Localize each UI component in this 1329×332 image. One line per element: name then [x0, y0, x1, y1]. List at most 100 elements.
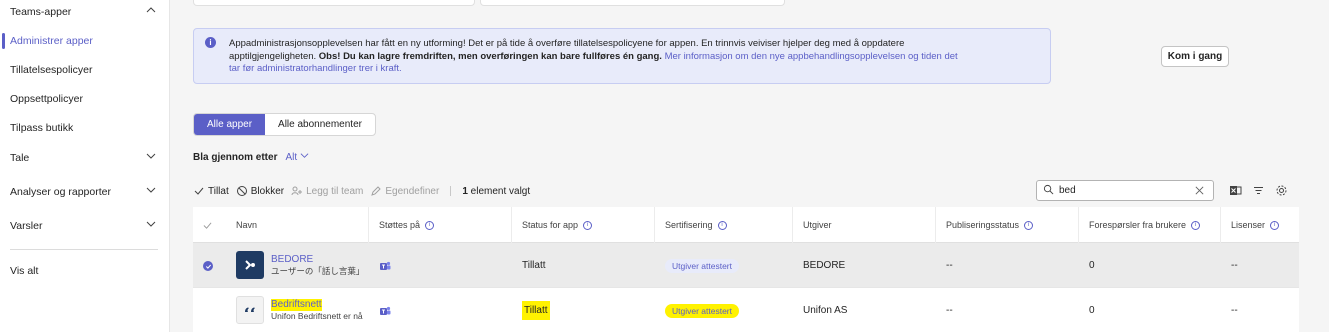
supported-on-cell: [369, 243, 391, 288]
sidebar-item-label: Varsler: [10, 220, 43, 232]
chevron-down-icon: [146, 219, 156, 229]
column-header-publisher[interactable]: Utgiver: [793, 207, 936, 243]
sidebar-item-label: Oppsettpolicyer: [10, 93, 83, 105]
sidebar-item-notifications[interactable]: Varsler: [0, 214, 170, 238]
info-icon[interactable]: i: [1270, 220, 1280, 230]
supported-on-cell: [369, 288, 391, 332]
table-actions: [1229, 184, 1288, 197]
select-all-checkbox[interactable]: [193, 207, 226, 243]
tab-all-apps[interactable]: Alle apper: [194, 114, 266, 135]
app-status-cell: Tillatt: [522, 260, 546, 271]
bedriftsnett-app-icon: [236, 296, 264, 324]
add-team-button[interactable]: Legg til team: [291, 185, 363, 197]
column-header-publishing-status[interactable]: Publiseringsstatus i: [936, 207, 1079, 243]
edit-icon: [370, 185, 382, 197]
user-requests-cell: 0: [1089, 260, 1095, 271]
sidebar-item-teams-apps[interactable]: Teams-apper: [0, 0, 170, 24]
search-box: [1036, 180, 1214, 201]
column-header-licenses[interactable]: Lisenser i: [1221, 207, 1299, 243]
teams-admin-center: Teams-apper Administrer apper Tillatelse…: [0, 0, 1329, 332]
browse-dropdown[interactable]: Alt: [285, 151, 309, 163]
column-header-supported-on[interactable]: Støttes på i: [369, 207, 512, 243]
sidebar-item-manage-apps[interactable]: Administrer apper: [0, 29, 170, 53]
info-icon[interactable]: i: [717, 220, 727, 230]
info-banner: i Appadministrasjonsopplevelsen har fått…: [193, 28, 1229, 84]
sidebar-item-show-all[interactable]: Vis alt: [0, 259, 170, 283]
chevron-up-icon: [146, 5, 156, 15]
chevron-down-icon: [146, 151, 156, 161]
app-description: ユーザーの「話し言葉」: [271, 266, 365, 276]
column-header-app-status[interactable]: Status for app i: [512, 207, 655, 243]
info-icon[interactable]: i: [425, 220, 435, 230]
app-name-cell: Bedriftsnett Unifon Bedriftsnett er nå: [261, 288, 383, 332]
browse-filter: Bla gjennom etter Alt: [193, 151, 309, 163]
tab-all-subscriptions[interactable]: Alle abonnementer: [265, 114, 375, 135]
sidebar-item-setup-policies[interactable]: Oppsettpolicyer: [0, 87, 170, 111]
sidebar-divider: [10, 249, 158, 250]
row-selected-checkbox[interactable]: [203, 261, 213, 271]
app-name-link[interactable]: BEDORE: [271, 254, 313, 266]
selection-count: 1 element valgt: [462, 185, 531, 197]
publishing-status-cell: --: [946, 260, 953, 271]
get-started-button[interactable]: Kom i gang: [1161, 46, 1229, 67]
cut-off-card: [480, 0, 785, 6]
publisher-cell: Unifon AS: [803, 305, 848, 316]
info-icon: i: [205, 37, 216, 48]
browse-label: Bla gjennom etter: [193, 151, 278, 163]
gear-icon[interactable]: [1275, 184, 1288, 197]
sidebar-item-customize-store[interactable]: Tilpass butikk: [0, 116, 170, 140]
table-row[interactable]: BEDORE ユーザーの「話し言葉」 Tillatt Utgiver attes…: [193, 243, 1299, 288]
chevron-down-icon: [300, 151, 309, 163]
teams-icon: [380, 261, 391, 270]
column-header-name[interactable]: Navn: [226, 207, 369, 243]
licenses-cell: --: [1231, 260, 1238, 271]
certification-badge: Utgiver attestert: [665, 303, 739, 318]
checkmark-icon: [193, 185, 205, 197]
sidebar-item-label: Tale: [10, 152, 30, 164]
user-requests-cell: 0: [1089, 305, 1095, 316]
column-header-user-requests[interactable]: Forespørsler fra brukere i: [1079, 207, 1221, 243]
sidebar-item-label: Tilpass butikk: [10, 122, 74, 134]
app-status-cell: Tillatt: [512, 288, 550, 332]
column-header-certification[interactable]: Sertifisering i: [655, 207, 793, 243]
licenses-cell: --: [1231, 305, 1238, 316]
search-icon: [1043, 184, 1054, 198]
sidebar-item-analytics[interactable]: Analyser og rapporter: [0, 180, 170, 204]
block-button[interactable]: Blokker: [236, 185, 284, 197]
tab-bar: Alle apper Alle abonnementer: [193, 113, 376, 136]
chevron-down-icon: [146, 185, 156, 195]
close-icon[interactable]: [1194, 185, 1205, 196]
bedore-app-icon: [236, 251, 264, 279]
sidebar-item-label: Administrer apper: [10, 35, 93, 47]
sidebar-item-label: Tillatelsespolicyer: [10, 64, 93, 76]
publishing-status-cell: --: [946, 305, 953, 316]
toolbar-divider: [450, 186, 452, 196]
app-description: Unifon Bedriftsnett er nå: [271, 311, 363, 321]
sidebar-item-label: Analyser og rapporter: [10, 186, 111, 198]
filter-icon[interactable]: [1252, 184, 1265, 197]
action-toolbar: Tillat Blokker Legg til team Egendefiner…: [193, 182, 530, 200]
certification-cell: Utgiver attestert: [655, 243, 739, 288]
publisher-cell: BEDORE: [803, 260, 846, 271]
customize-button[interactable]: Egendefiner: [370, 185, 439, 197]
table-header: Navn Støttes på i Status for app i Sertifi…: [193, 207, 1299, 243]
info-icon[interactable]: i: [583, 220, 593, 230]
info-icon[interactable]: i: [1024, 220, 1034, 230]
sidebar: Teams-apper Administrer apper Tillatelse…: [0, 0, 170, 332]
sidebar-item-voice[interactable]: Tale: [0, 146, 170, 170]
allow-button[interactable]: Tillat: [193, 185, 229, 197]
sidebar-item-label: Teams-apper: [10, 6, 72, 18]
block-icon: [236, 185, 248, 197]
app-name-cell: BEDORE ユーザーの「話し言葉」: [261, 243, 383, 288]
table-row[interactable]: Bedriftsnett Unifon Bedriftsnett er nå T…: [193, 288, 1299, 332]
teams-icon: [380, 306, 391, 315]
sidebar-item-permission-policies[interactable]: Tillatelsespolicyer: [0, 58, 170, 82]
apps-table: Navn Støttes på i Status for app i Sertifi…: [193, 207, 1299, 332]
app-name-link[interactable]: Bedriftsnett: [271, 299, 322, 311]
cut-off-card: [193, 0, 475, 6]
export-excel-icon[interactable]: [1229, 184, 1242, 197]
search-input[interactable]: [1059, 185, 1189, 196]
certification-cell: Utgiver attestert: [655, 288, 739, 332]
sidebar-item-label: Vis alt: [10, 265, 39, 277]
info-icon[interactable]: i: [1191, 220, 1201, 230]
